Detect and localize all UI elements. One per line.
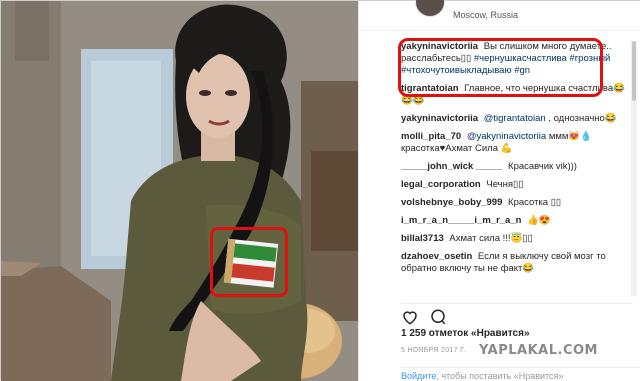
comment-username[interactable]: volshebnye_boby_999 [401,197,502,208]
comment-username[interactable]: yakyninavictoriia [401,113,478,124]
likes-count[interactable]: 1 259 отметок «Нравится» [401,328,530,339]
photo-illustration [1,1,358,381]
speech-bubble-icon[interactable] [429,308,447,326]
comment-username[interactable]: dzahoev_osetin [401,251,472,262]
list-item: legal_corporation Чечня▯▯ [401,179,633,191]
comment-mention[interactable]: @yakyninavictoriia [467,131,546,142]
comment-username[interactable]: i_m_r_a_n_____i_m_r_a_n [401,215,521,226]
list-item: yakyninavictoriia @tigrantatoian , одноз… [401,113,633,125]
comment-text: Чечня▯▯ [486,179,524,190]
location-label[interactable]: Moscow, Russia [453,10,518,20]
comment-mention[interactable]: @tigrantatoian [484,113,546,124]
caption-highlight [398,38,603,97]
post-header: Moscow, Russia [359,0,640,31]
list-item: billal3713 Ахмат сила !!!😇▯▯ [401,233,633,245]
avatar[interactable] [415,0,445,17]
comment-username[interactable]: legal_corporation [401,179,481,190]
list-item: dzahoev_osetin Если я выключу свой мозг … [401,251,633,275]
comment-text: Красавчик vik))) [508,161,577,172]
list-item: i_m_r_a_n_____i_m_r_a_n 👍😍 [401,215,633,227]
post-frame: Moscow, Russia yakyninavictoriia Вы слиш… [0,0,640,381]
comment-text: , однозначно😂 [548,113,617,124]
watermark: YAPLAKAL.COM [479,343,598,358]
post-photo [1,1,358,381]
post-date: 5 НОЯБРЯ 2017 Г. [401,347,466,354]
comment-text: Ахмат сила !!!😇▯▯ [449,233,533,244]
comment-text: Красотка ▯▯ [508,197,562,208]
list-item: _____john_wick _____ Красавчик vik))) [401,161,633,173]
comment-username[interactable]: billal3713 [401,233,444,244]
list-item: molli_pita_70 @yakyninavictoriia ммм😻💧 к… [401,131,633,155]
comment-username[interactable]: molli_pita_70 [401,131,461,142]
heart-icon[interactable] [401,308,419,326]
comment-username[interactable]: _____john_wick _____ [401,161,502,172]
comment-text: 👍😍 [527,215,551,226]
login-prompt: Войдите, чтобы поставить «Нравится» [401,367,640,381]
list-item: volshebnye_boby_999 Красотка ▯▯ [401,197,633,209]
scrollbar-thumb[interactable] [632,41,636,101]
flag-patch-highlight [210,227,288,297]
action-bar [401,303,633,326]
comments-scrollbar[interactable] [631,41,637,296]
